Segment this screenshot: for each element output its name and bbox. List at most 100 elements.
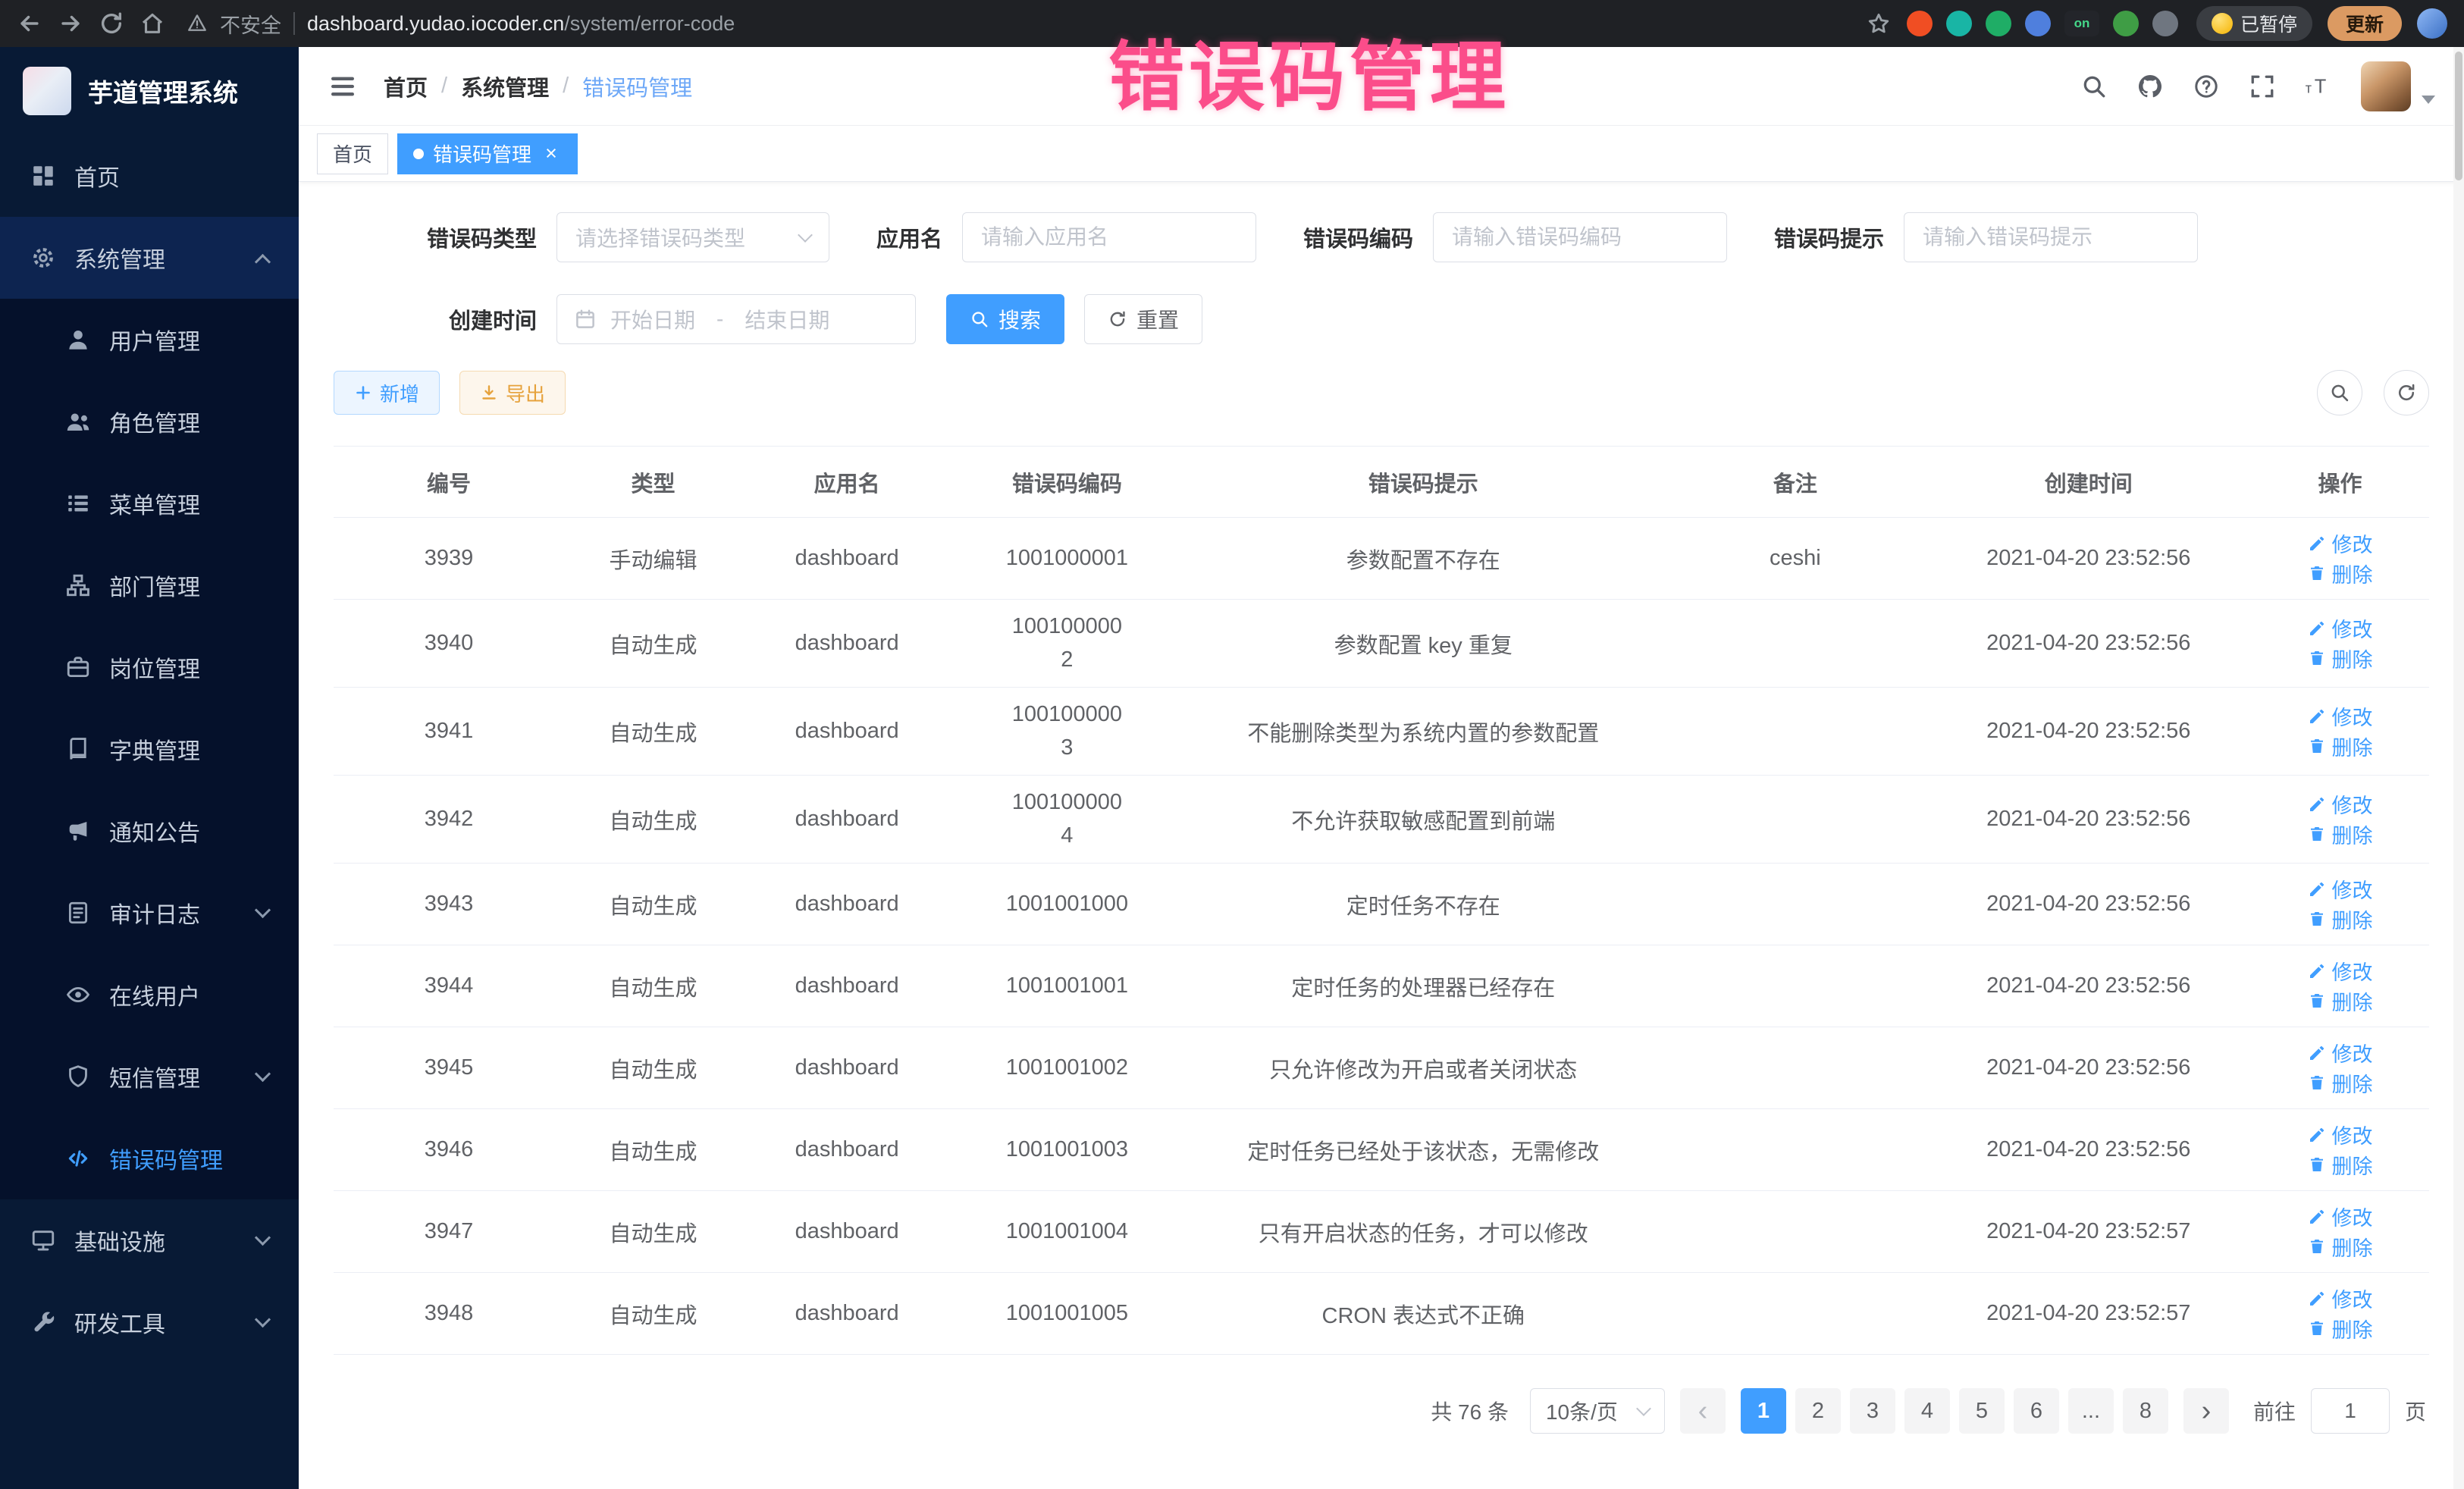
- delete-link[interactable]: 删除: [2308, 1068, 2373, 1098]
- dict-book-icon: [65, 736, 91, 762]
- refresh-table-button[interactable]: [2384, 370, 2429, 415]
- close-icon[interactable]: [541, 143, 562, 165]
- page-3-button[interactable]: 3: [1850, 1388, 1895, 1434]
- github-icon[interactable]: [2136, 73, 2164, 100]
- scrollbar[interactable]: [2453, 47, 2464, 1489]
- reset-button[interactable]: 重置: [1084, 294, 1202, 344]
- edit-icon: [2308, 707, 2326, 726]
- error-code-input[interactable]: [1433, 212, 1727, 262]
- extension-icon-blue[interactable]: [2025, 11, 2051, 36]
- page-5-button[interactable]: 5: [1959, 1388, 2005, 1434]
- export-button[interactable]: 导出: [459, 371, 566, 415]
- browser-forward-icon[interactable]: [58, 11, 83, 36]
- pagination: 共 76 条 10条/页 123456...8 前往 页: [337, 1388, 2426, 1434]
- edit-link[interactable]: 修改: [2308, 1284, 2373, 1313]
- edit-link[interactable]: 修改: [2308, 874, 2373, 904]
- cell-error-hint: CRON 表达式不正确: [1182, 1273, 1664, 1355]
- user-avatar[interactable]: [2361, 61, 2411, 111]
- edit-link[interactable]: 修改: [2308, 528, 2373, 558]
- page-8-button[interactable]: 8: [2123, 1388, 2168, 1434]
- browser-reload-icon[interactable]: [99, 11, 124, 36]
- page-4-button[interactable]: 4: [1904, 1388, 1950, 1434]
- sidebar-item[interactable]: 通知公告: [0, 790, 299, 872]
- browser-back-icon[interactable]: [17, 11, 42, 36]
- error-type-select[interactable]: 请选择错误码类型: [556, 212, 829, 262]
- sidebar-item[interactable]: 在线用户: [0, 954, 299, 1036]
- add-button[interactable]: 新增: [334, 371, 440, 415]
- sidebar-item[interactable]: 角色管理: [0, 381, 299, 462]
- sidebar-item[interactable]: 短信管理: [0, 1036, 299, 1118]
- cell-error-hint: 只有开启状态的任务，才可以修改: [1182, 1191, 1664, 1273]
- fullscreen-icon[interactable]: [2249, 73, 2276, 100]
- tab[interactable]: 首页: [317, 133, 388, 174]
- search-icon[interactable]: [2080, 73, 2108, 100]
- extension-icon-red[interactable]: [1907, 11, 1933, 36]
- paused-badge[interactable]: 已暂停: [2196, 6, 2312, 41]
- sidebar-item[interactable]: 字典管理: [0, 708, 299, 790]
- sidebar-item[interactable]: 菜单管理: [0, 462, 299, 544]
- browser-home-icon[interactable]: [140, 11, 165, 36]
- delete-link[interactable]: 删除: [2308, 732, 2373, 761]
- sidebar-item[interactable]: 研发工具: [0, 1281, 299, 1363]
- sidebar-item[interactable]: 部门管理: [0, 544, 299, 626]
- app-logo[interactable]: 芋道管理系统: [0, 47, 299, 135]
- hamburger-icon[interactable]: [328, 71, 358, 102]
- cell-create-time: 2021-04-20 23:52:56: [1926, 1027, 2251, 1109]
- edit-link[interactable]: 修改: [2308, 613, 2373, 643]
- app-name-input[interactable]: [962, 212, 1256, 262]
- page-1-button[interactable]: 1: [1741, 1388, 1786, 1434]
- address-bar[interactable]: 不安全 dashboard.yudao.iocoder.cn/system/er…: [187, 9, 1845, 39]
- extension-icon-leaf[interactable]: [2113, 11, 2139, 36]
- breadcrumb-item[interactable]: 系统管理: [461, 71, 549, 102]
- delete-link[interactable]: 删除: [2308, 904, 2373, 934]
- edit-link[interactable]: 修改: [2308, 789, 2373, 819]
- delete-link[interactable]: 删除: [2308, 1232, 2373, 1262]
- bookmark-star-icon[interactable]: [1866, 11, 1892, 36]
- sidebar-item[interactable]: 基础设施: [0, 1199, 299, 1281]
- sidebar-item[interactable]: 用户管理: [0, 299, 299, 381]
- extension-icon-teal[interactable]: [1946, 11, 1972, 36]
- more-pages-button[interactable]: ...: [2068, 1388, 2114, 1434]
- prev-page-button[interactable]: [1680, 1388, 1726, 1434]
- sidebar-item[interactable]: 岗位管理: [0, 626, 299, 708]
- edit-link[interactable]: 修改: [2308, 701, 2373, 731]
- next-page-button[interactable]: [2183, 1388, 2229, 1434]
- delete-link[interactable]: 删除: [2308, 1150, 2373, 1180]
- delete-link[interactable]: 删除: [2308, 559, 2373, 588]
- delete-link[interactable]: 删除: [2308, 820, 2373, 849]
- extension-icon-pin[interactable]: [2152, 11, 2178, 36]
- delete-link[interactable]: 删除: [2308, 644, 2373, 673]
- delete-link[interactable]: 删除: [2308, 986, 2373, 1016]
- scrollbar-thumb[interactable]: [2455, 52, 2462, 180]
- edit-link[interactable]: 修改: [2308, 956, 2373, 986]
- font-size-icon[interactable]: тT: [2305, 73, 2332, 100]
- extension-icon-on[interactable]: on: [2064, 11, 2099, 36]
- cell-operations: 修改 删除: [2251, 945, 2429, 1027]
- caret-down-icon[interactable]: [2422, 96, 2435, 104]
- error-hint-input[interactable]: [1904, 212, 2198, 262]
- cell-create-time: 2021-04-20 23:52:56: [1926, 776, 2251, 864]
- sidebar-item[interactable]: 首页: [0, 135, 299, 217]
- goto-page-input[interactable]: [2311, 1388, 2390, 1434]
- page-2-button[interactable]: 2: [1795, 1388, 1841, 1434]
- delete-link[interactable]: 删除: [2308, 1314, 2373, 1343]
- extension-icon-green[interactable]: [1986, 11, 2011, 36]
- search-button[interactable]: 搜索: [946, 294, 1064, 344]
- edit-link[interactable]: 修改: [2308, 1038, 2373, 1067]
- create-time-range-picker[interactable]: 开始日期 - 结束日期: [556, 294, 916, 344]
- update-button[interactable]: 更新: [2328, 6, 2402, 41]
- cell-operations: 修改 删除: [2251, 1273, 2429, 1355]
- sidebar-item[interactable]: 错误码管理: [0, 1118, 299, 1199]
- page-size-select[interactable]: 10条/页: [1530, 1388, 1665, 1434]
- sidebar-item[interactable]: 审计日志: [0, 872, 299, 954]
- hide-search-button[interactable]: [2317, 370, 2362, 415]
- cell-type: 自动生成: [564, 600, 742, 688]
- sidebar-item[interactable]: 系统管理: [0, 217, 299, 299]
- edit-link[interactable]: 修改: [2308, 1202, 2373, 1231]
- edit-link[interactable]: 修改: [2308, 1120, 2373, 1149]
- breadcrumb-item[interactable]: 首页: [384, 71, 428, 102]
- browser-profile-avatar[interactable]: [2417, 8, 2447, 39]
- help-icon[interactable]: [2193, 73, 2220, 100]
- tab[interactable]: 错误码管理: [397, 133, 578, 174]
- page-6-button[interactable]: 6: [2014, 1388, 2059, 1434]
